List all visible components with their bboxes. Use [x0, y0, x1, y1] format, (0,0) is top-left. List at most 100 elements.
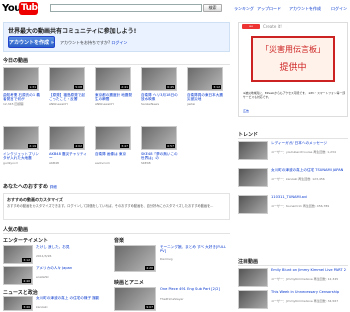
video-thumbnail[interactable]: 2:41	[95, 67, 131, 91]
video-thumbnail[interactable]	[238, 168, 268, 187]
video-title[interactable]: SKE48「夢の無いこの世界は」の	[141, 152, 179, 161]
recommended-details-link[interactable]: 詳細	[50, 185, 57, 189]
ad-main-banner[interactable]: 「災害用伝言板」 提供中	[251, 36, 335, 82]
ad-subheadline: 提供中	[279, 63, 307, 73]
create-account-button[interactable]: アカウントを作成 »	[8, 36, 55, 48]
video-title[interactable]: アメリカの人々 Japan	[36, 266, 76, 270]
recommended-box: おすすめの動画のカスタマイズ おすすめの動画をカスタマイズできます。ログインして…	[3, 193, 230, 220]
category-news[interactable]: ニュースと政治	[3, 289, 38, 296]
video-title[interactable]: This Week in Unnecessary Censorship	[271, 290, 346, 294]
video-title[interactable]: 110311_TUNAMI.avi	[271, 195, 346, 199]
upload-link[interactable]: アップロード	[257, 6, 281, 12]
video-duration: 3:12	[212, 85, 221, 89]
youtube-logo[interactable]: You Tube	[2, 2, 44, 17]
video-duration: 4:20	[145, 266, 154, 270]
video-meta: AKB48	[49, 161, 59, 165]
video-title[interactable]: 【原発】福島原発で起こったこと・反響	[49, 93, 87, 102]
video-thumbnail[interactable]: 0:45	[141, 67, 177, 91]
video-title[interactable]: 女川町の津波の真上 の住宅の様子 撮影	[36, 296, 112, 300]
trend-item[interactable]: 110311_TUNAMI.avi ユーザー：tsunami11 再生回数: 4…	[238, 195, 348, 217]
video-title[interactable]: 自衛隊 画像は 東京	[95, 152, 133, 156]
has-account-text: アカウントをお持ちですか? ログイン	[60, 40, 127, 46]
video-meta: ANNnewsCH	[49, 102, 68, 106]
video-thumbnail[interactable]: 3:40	[3, 296, 33, 311]
logo-tube-box: Tube	[19, 2, 44, 15]
section-divider	[3, 233, 230, 234]
video-title[interactable]: 自衛隊 ヘリ3月18日の放水映像	[141, 93, 179, 102]
trend-item[interactable]: 女川町の津波の真上の住宅 TSUNAMI JAPAN ユーザー：kanzaki …	[238, 168, 348, 190]
category-entertainment[interactable]: エンターテイメント	[3, 237, 48, 244]
video-duration: 3:40	[22, 305, 31, 309]
video-title[interactable]: 東京都の震度計 地震発生の瞬間	[95, 93, 133, 102]
video-thumbnail[interactable]: 3:12	[187, 67, 223, 91]
video-thumbnail[interactable]: 9:07	[114, 287, 156, 311]
video-thumbnail[interactable]	[238, 195, 268, 214]
video-meta: Dwrmvg	[160, 257, 173, 261]
video-thumbnail[interactable]: 4:20	[114, 245, 156, 272]
video-meta: SankeiNews	[141, 102, 160, 106]
notable-list: Emily Blunt on Jimmy Kimmel Live PART 2 …	[238, 268, 348, 312]
video-thumbnail[interactable]: 5:08	[49, 67, 85, 91]
advertisement[interactable]: au Create it! 「災害用伝言板」 提供中 ※被災地域宛に、EZweb…	[238, 22, 348, 117]
video-thumbnail[interactable]	[238, 141, 268, 160]
trend-item[interactable]: レディーガガ/ 日本へのメッセージ ユーザー：youtuberofcourse …	[238, 141, 348, 163]
category-music[interactable]: 音楽	[114, 237, 124, 244]
video-thumbnail[interactable]: 0:57	[141, 126, 177, 150]
video-meta: ユーザー：tsunami11 再生回数: 456,789	[271, 204, 330, 208]
popular-section-title: 人気の動画	[3, 227, 29, 233]
promo-login-link[interactable]: ログイン	[111, 40, 127, 45]
video-duration: 5:08	[74, 85, 83, 89]
has-account-label: アカウントをお持ちですか?	[60, 40, 111, 45]
video-title[interactable]: インクジェットプリンタが入れた大地震	[3, 152, 41, 161]
ad-label[interactable]: 広告	[243, 109, 249, 113]
search-input[interactable]	[50, 4, 202, 12]
ad-header: au Create it!	[239, 23, 347, 31]
notable-title: 注目動画	[238, 259, 259, 265]
video-meta: jieitai	[187, 102, 196, 106]
video-meta: ユーザー：JimmyKimmelLive 再生回数: 12,345	[271, 277, 339, 281]
login-link[interactable]: ログイン	[331, 6, 347, 12]
video-thumbnail[interactable]: 4:02	[49, 126, 85, 150]
today-section-title: 今日の動画	[3, 58, 29, 64]
video-title[interactable]: 女川町の津波の真上の住宅 TSUNAMI JAPAN	[271, 168, 346, 172]
video-title[interactable]: モーニング娘。まとめ すべ 大好き[FULL PV]	[160, 245, 230, 254]
video-thumbnail[interactable]: 1:31	[3, 67, 39, 91]
au-logo: au	[242, 24, 260, 29]
video-meta: 2011/3/26	[36, 254, 52, 258]
video-duration: 9:07	[145, 305, 154, 309]
video-thumbnail[interactable]: 3:47	[95, 126, 131, 150]
recommended-text: おすすめの動画をカスタマイズできます。ログインして評価をしていれば、そのおすすめ…	[7, 204, 214, 208]
notable-item[interactable]: This Week in Unnecessary Censorship ユーザー…	[238, 290, 348, 312]
video-duration: 3:12	[22, 258, 31, 262]
signup-promo: 世界最大の動画共有コミュニティに参加しよう! アカウントを作成 » アカウントを…	[3, 22, 230, 52]
video-title[interactable]: 曲知考業 石原氏の1 義者発言で何が	[3, 93, 41, 102]
video-thumbnail[interactable]: 3:12	[3, 245, 33, 264]
video-thumbnail[interactable]	[238, 268, 268, 287]
video-thumbnail[interactable]: 2:19	[3, 126, 39, 150]
video-meta: ユーザー：youtuberofcourse 再生回数: 1,234	[271, 150, 336, 154]
video-title[interactable]: One Piece 491 Eng Sub Part [2/2]	[160, 287, 230, 291]
video-meta: ユーザー：JimmyKimmelLive 再生回数: 34,567	[271, 299, 339, 303]
video-meta: ANNnewsCH	[95, 102, 114, 106]
video-duration: 3:47	[120, 144, 129, 148]
video-title[interactable]: Emily Blunt on Jimmy Kimmel Live PART 2	[271, 268, 346, 272]
category-film-animation[interactable]: 映画とアニメ	[114, 279, 144, 286]
video-title[interactable]: 自衛隊員の東日本大震災被災地	[187, 93, 225, 102]
video-thumbnail[interactable]: 4:40	[3, 266, 33, 285]
video-duration: 0:45	[166, 85, 175, 89]
video-title[interactable]: レディーガガ/ 日本へのメッセージ	[271, 141, 346, 145]
video-meta: eaotvcom	[95, 161, 110, 165]
section-divider	[238, 265, 348, 266]
ad-headline: 「災害用伝言板」	[261, 45, 325, 54]
notable-item[interactable]: Emily Blunt on Jimmy Kimmel Live PART 2 …	[238, 268, 348, 290]
video-title[interactable]: たけし 涙した。お見	[36, 245, 76, 249]
section-divider	[238, 138, 348, 139]
video-thumbnail[interactable]	[238, 290, 268, 309]
video-title[interactable]: AKB48 震災チャリティー	[49, 152, 87, 161]
ranking-link[interactable]: ランキング	[234, 6, 254, 12]
search-button[interactable]: 検索	[203, 4, 222, 12]
video-duration: 2:19	[28, 144, 37, 148]
video-meta: 12,345 回視聴	[3, 102, 24, 106]
video-duration: 1:31	[28, 85, 37, 89]
create-account-link[interactable]: アカウントを作成	[289, 6, 321, 12]
